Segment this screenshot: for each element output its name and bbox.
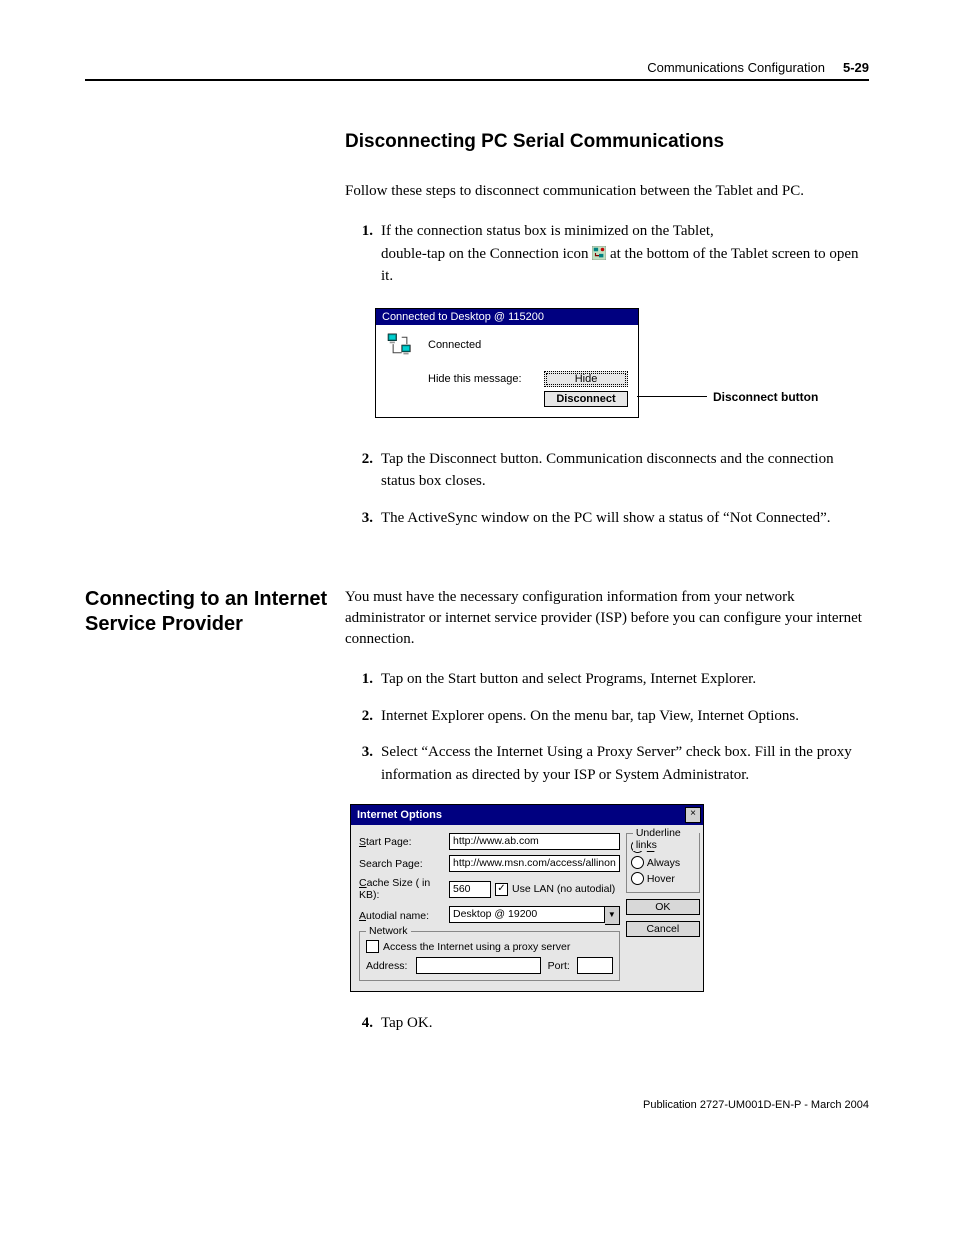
radio-hover[interactable]: Hover bbox=[631, 872, 695, 885]
chevron-down-icon[interactable]: ▼ bbox=[605, 906, 620, 925]
underline-links-fieldset: Underline links Never Always Hover bbox=[626, 833, 700, 893]
connection-dialog-figure: Connected to Desktop @ 115200 bbox=[375, 308, 869, 418]
port-label: Port: bbox=[545, 960, 573, 972]
side-heading-isp: Connecting to an Internet Service Provid… bbox=[85, 587, 345, 637]
steps-list: 1. If the connection status box is minim… bbox=[345, 220, 869, 288]
step-1-line2a: double-tap on the Connection icon bbox=[381, 246, 592, 262]
search-page-input[interactable]: http://www.msn.com/access/allinon bbox=[449, 855, 620, 872]
callout-label: Disconnect button bbox=[707, 390, 818, 404]
start-page-input[interactable]: http://www.ab.com bbox=[449, 833, 620, 850]
close-icon[interactable]: × bbox=[685, 807, 701, 823]
use-lan-label: Use LAN (no autodial) bbox=[512, 883, 615, 895]
address-label: Address: bbox=[366, 960, 412, 972]
step-1: 1. If the connection status box is minim… bbox=[345, 220, 869, 288]
port-input[interactable] bbox=[577, 957, 613, 974]
header-page-number: 5-29 bbox=[843, 60, 869, 75]
pc-link-icon bbox=[386, 333, 414, 357]
internet-options-dialog: Internet Options × Start Page: http://ww… bbox=[350, 804, 704, 992]
connection-dialog-title: Connected to Desktop @ 115200 bbox=[376, 309, 638, 325]
isp-steps-cont: 4.Tap OK. bbox=[345, 1012, 869, 1035]
radio-always[interactable]: Always bbox=[631, 856, 695, 869]
address-input[interactable] bbox=[416, 957, 541, 974]
underline-links-legend: Underline links bbox=[633, 827, 699, 851]
section-disconnecting: Disconnecting PC Serial Communications F… bbox=[85, 131, 869, 547]
start-page-label: Start Page: bbox=[359, 836, 445, 848]
proxy-label: Access the Internet using a proxy server bbox=[383, 941, 570, 953]
autodial-label: Autodial name: bbox=[359, 910, 445, 922]
isp-step-2: 2.Internet Explorer opens. On the menu b… bbox=[345, 705, 869, 728]
dialog-title: Internet Options bbox=[357, 809, 442, 821]
hide-message-label: Hide this message: bbox=[428, 373, 522, 385]
isp-step-1: 1.Tap on the Start button and select Pro… bbox=[345, 668, 869, 691]
cancel-button[interactable]: Cancel bbox=[626, 921, 700, 937]
step-1-line1: If the connection status box is minimize… bbox=[381, 223, 714, 239]
disconnect-button[interactable]: Disconnect bbox=[544, 391, 628, 407]
hide-button[interactable]: Hide bbox=[544, 371, 628, 387]
step-3: 3. The ActiveSync window on the PC will … bbox=[345, 507, 869, 530]
network-fieldset: Network Access the Internet using a prox… bbox=[359, 931, 620, 981]
page: Communications Configuration 5-29 Discon… bbox=[0, 0, 954, 1151]
isp-step-3: 3.Select “Access the Internet Using a Pr… bbox=[345, 741, 869, 786]
proxy-checkbox[interactable] bbox=[366, 940, 379, 953]
connection-dialog: Connected to Desktop @ 115200 bbox=[375, 308, 639, 418]
connection-icon bbox=[592, 246, 606, 260]
connection-status-text: Connected bbox=[428, 339, 481, 351]
header-chapter: Communications Configuration bbox=[647, 60, 825, 75]
step-2: 2. Tap the Disconnect button. Communicat… bbox=[345, 448, 869, 493]
intro-paragraph: Follow these steps to disconnect communi… bbox=[345, 181, 869, 202]
search-page-label: Search Page: bbox=[359, 858, 445, 870]
isp-intro: You must have the necessary configuratio… bbox=[345, 587, 869, 650]
ok-button[interactable]: OK bbox=[626, 899, 700, 915]
dialog-titlebar: Internet Options × bbox=[351, 805, 703, 825]
isp-step-4: 4.Tap OK. bbox=[345, 1012, 869, 1035]
cache-size-input[interactable]: 560 bbox=[449, 881, 491, 898]
network-legend: Network bbox=[366, 925, 411, 937]
cache-size-label: Cache Size ( in KB): bbox=[359, 877, 445, 901]
disconnect-callout: Disconnect button bbox=[637, 390, 818, 404]
isp-steps: 1.Tap on the Start button and select Pro… bbox=[345, 668, 869, 786]
page-header: Communications Configuration 5-29 bbox=[85, 60, 869, 81]
autodial-dropdown[interactable]: Desktop @ 19200 ▼ bbox=[449, 906, 620, 925]
publication-footer: Publication 2727-UM001D-EN-P - March 200… bbox=[85, 1099, 869, 1111]
section-isp: Connecting to an Internet Service Provid… bbox=[85, 587, 869, 1053]
subheading-disconnecting: Disconnecting PC Serial Communications bbox=[345, 131, 869, 153]
steps-list-cont: 2. Tap the Disconnect button. Communicat… bbox=[345, 448, 869, 530]
use-lan-checkbox[interactable]: ✓ bbox=[495, 883, 508, 896]
